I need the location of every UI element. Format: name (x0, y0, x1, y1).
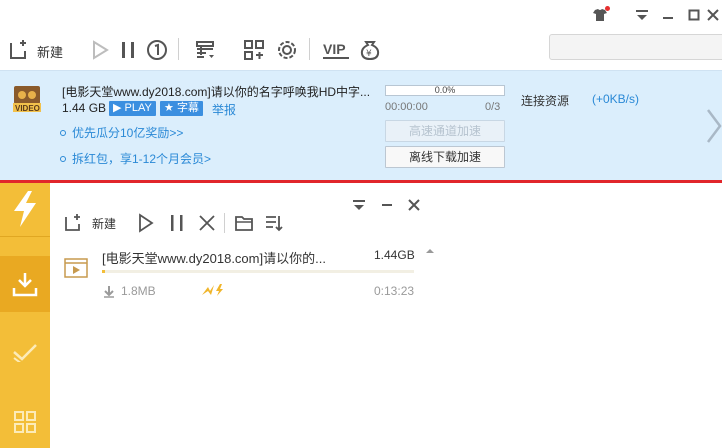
offline-download-button[interactable]: 离线下载加速 (385, 146, 505, 168)
download-item-title[interactable]: [电影天堂www.dy2018.com]请以你的... (102, 248, 350, 267)
panel-new-task-label[interactable]: 新建 (92, 215, 116, 232)
close-icon[interactable] (704, 6, 722, 24)
pause-icon[interactable] (116, 38, 140, 62)
download-arrow-icon (104, 285, 114, 298)
accelerate-icon[interactable] (200, 283, 228, 297)
panel-minimize-icon[interactable] (380, 199, 394, 211)
sidebar-item-downloading[interactable] (0, 256, 50, 312)
task-status: 连接资源 (521, 94, 570, 108)
toolbar-separator (178, 38, 179, 60)
promo-link-1[interactable]: 优先瓜分10亿奖励>> (60, 124, 183, 141)
svg-text:VIP: VIP (323, 41, 346, 57)
panel-folder-icon[interactable] (233, 212, 255, 234)
star-icon: ★ (164, 102, 174, 115)
scroll-up-icon[interactable] (425, 244, 435, 253)
task-progress-bar: 0.0% (385, 85, 505, 96)
svg-text:¥: ¥ (366, 49, 372, 59)
plan-task-icon[interactable] (193, 38, 217, 62)
sidebar-item-completed[interactable] (0, 332, 50, 372)
menu-dropdown-icon[interactable] (633, 6, 651, 24)
video-file-icon: VIDEO (12, 84, 42, 114)
panel-pause-icon[interactable] (166, 212, 188, 234)
task-progress-percent: 0.0% (434, 85, 456, 95)
download-item-downloaded: 1.8MB (103, 284, 156, 298)
money-bag-icon[interactable]: ¥ (358, 38, 382, 62)
apps-grid-icon[interactable] (242, 38, 266, 62)
chevron-right-icon[interactable] (704, 108, 722, 144)
maximize-icon[interactable] (685, 6, 703, 24)
promo-link-2[interactable]: 拆红包，享1-12个月会员> (60, 150, 211, 167)
toolbar-separator (309, 38, 310, 60)
source-count: 0/3 (485, 101, 501, 113)
task-title[interactable]: [电影天堂www.dy2018.com]请以你的名字呼唤我HD中字... (62, 83, 380, 100)
sidebar-divider (0, 236, 50, 237)
start-icon[interactable] (88, 38, 112, 62)
panel-sort-icon[interactable] (263, 212, 285, 234)
panel-menu-icon[interactable] (352, 199, 366, 211)
subtitle-button[interactable]: ★ 字幕 (160, 101, 203, 117)
task-speed: (+0KB/s) (592, 92, 640, 106)
play-tag: ▶ PLAY (109, 101, 156, 117)
download-item-size: 1.44GB (374, 248, 415, 262)
minimize-icon[interactable] (659, 6, 677, 24)
fast-channel-button[interactable]: 高速通道加速 (385, 120, 505, 142)
skin-icon[interactable] (591, 6, 610, 24)
download-item-remaining-time: 0:13:23 (374, 284, 415, 298)
speed-limit-icon[interactable] (145, 38, 169, 62)
download-item-progress-fill (102, 270, 106, 273)
panel-start-icon[interactable] (135, 212, 157, 234)
panel-new-task-icon[interactable] (62, 212, 84, 234)
panel-toolbar-separator (224, 213, 225, 233)
bullet-icon (60, 155, 66, 162)
play-button[interactable]: ▶ PLAY (109, 101, 156, 117)
grid-icon (14, 411, 36, 433)
task-size: 1.44 GB (62, 101, 107, 115)
panel-close-icon[interactable] (407, 198, 421, 212)
play-icon: ▶ (113, 102, 122, 115)
search-input[interactable] (549, 34, 722, 60)
new-task-label[interactable]: 新建 (37, 42, 63, 61)
download-item-progress-bar (102, 270, 414, 273)
settings-gear-icon[interactable] (275, 38, 299, 62)
download-icon (12, 273, 38, 297)
svg-text:VIDEO: VIDEO (15, 104, 40, 113)
sidebar-item-apps[interactable] (0, 402, 50, 442)
thunder-logo-icon[interactable] (0, 186, 50, 232)
panel-delete-icon[interactable] (196, 212, 218, 234)
notification-dot (605, 6, 610, 11)
new-task-icon[interactable] (6, 38, 30, 62)
video-file-icon (64, 256, 88, 280)
checkmark-icon (13, 344, 37, 362)
report-link[interactable]: 举报 (212, 101, 236, 118)
elapsed-time: 00:00:00 (385, 101, 428, 113)
vip-icon[interactable]: VIP (322, 38, 350, 62)
bullet-icon (60, 129, 66, 136)
subtitle-tag: ★ 字幕 (160, 101, 203, 117)
